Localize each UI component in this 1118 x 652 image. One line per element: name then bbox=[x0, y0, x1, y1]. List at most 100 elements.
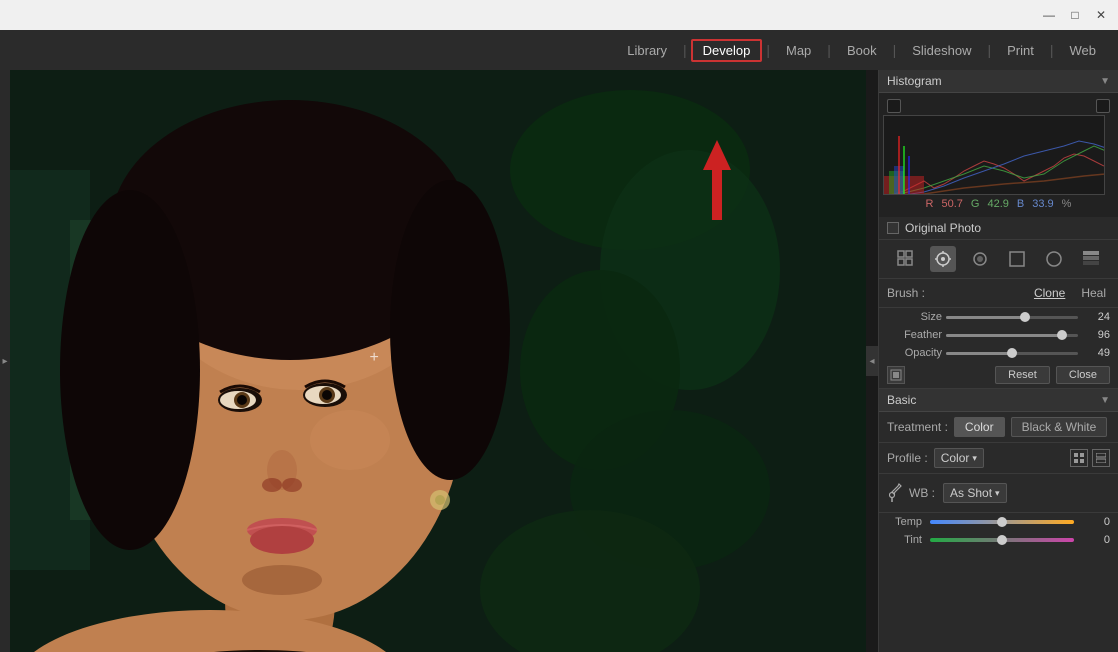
photo-area: + bbox=[10, 70, 866, 652]
nav-print[interactable]: Print bbox=[995, 39, 1046, 62]
nav-book[interactable]: Book bbox=[835, 39, 889, 62]
nav-sep-5: | bbox=[987, 42, 991, 58]
feather-value: 96 bbox=[1082, 329, 1110, 341]
feather-fill bbox=[946, 334, 1062, 337]
profile-browse-icon[interactable] bbox=[1092, 449, 1110, 467]
basic-section-header: Basic ▼ bbox=[879, 389, 1118, 412]
profile-icons-group bbox=[1070, 449, 1110, 467]
tool-graduated[interactable] bbox=[1078, 246, 1104, 272]
opacity-slider-row: Opacity 49 bbox=[879, 344, 1118, 362]
opacity-value: 49 bbox=[1082, 347, 1110, 359]
profile-grid-view-icon[interactable] bbox=[1070, 449, 1088, 467]
arrow-indicator bbox=[703, 140, 731, 220]
tint-thumb bbox=[997, 535, 1007, 545]
tint-slider-row: Tint 0 bbox=[879, 531, 1118, 549]
nav-sep-1: | bbox=[683, 42, 687, 58]
color-treatment-button[interactable]: Color bbox=[954, 417, 1005, 437]
original-photo-label: Original Photo bbox=[905, 221, 981, 235]
histogram-g-label: G bbox=[971, 198, 980, 210]
temp-slider-row: Temp 0 bbox=[879, 513, 1118, 531]
histogram-corner-left[interactable] bbox=[887, 99, 901, 113]
temp-label: Temp bbox=[887, 516, 922, 528]
close-button-panel[interactable]: Close bbox=[1056, 366, 1110, 384]
opacity-track[interactable] bbox=[946, 352, 1078, 355]
wb-dropdown-arrow-icon: ▾ bbox=[995, 488, 1000, 499]
histogram-canvas bbox=[883, 115, 1105, 195]
wb-value: As Shot bbox=[950, 486, 992, 500]
maximize-button[interactable]: □ bbox=[1066, 6, 1084, 24]
original-photo-checkbox[interactable] bbox=[887, 222, 899, 234]
brush-label: Brush : bbox=[887, 286, 925, 300]
feather-thumb bbox=[1057, 330, 1067, 340]
treatment-label: Treatment : bbox=[887, 420, 948, 434]
left-panel-arrow-icon: ▸ bbox=[2, 356, 7, 367]
histogram-title: Histogram bbox=[887, 74, 942, 88]
panel-expand-icon: ◂ bbox=[869, 356, 874, 367]
size-fill bbox=[946, 316, 1025, 319]
original-photo-row: Original Photo bbox=[879, 217, 1118, 240]
brush-heal-option[interactable]: Heal bbox=[1077, 285, 1110, 301]
bw-treatment-button[interactable]: Black & White bbox=[1011, 417, 1108, 437]
size-track[interactable] bbox=[946, 316, 1078, 319]
wb-dropdown[interactable]: As Shot ▾ bbox=[943, 483, 1007, 503]
size-slider-row: Size 24 bbox=[879, 308, 1118, 326]
tool-grid[interactable] bbox=[893, 246, 919, 272]
histogram-b-label: B bbox=[1017, 198, 1024, 210]
opacity-thumb bbox=[1007, 348, 1017, 358]
histogram-collapse-icon[interactable]: ▼ bbox=[1100, 76, 1110, 87]
tool-crop[interactable] bbox=[1004, 246, 1030, 272]
histogram-rgb-info: R 50.7 G 42.9 B 33.9 % bbox=[883, 195, 1114, 213]
arrow-stem bbox=[712, 170, 722, 220]
title-bar: — □ ✕ bbox=[0, 0, 1118, 30]
right-panel: Histogram ▼ bbox=[878, 70, 1118, 652]
profile-row: Profile : Color ▾ bbox=[879, 443, 1118, 474]
brush-clone-option[interactable]: Clone bbox=[1030, 285, 1069, 301]
arrow-up-icon bbox=[703, 140, 731, 170]
nav-web[interactable]: Web bbox=[1058, 39, 1109, 62]
tool-radial[interactable] bbox=[1041, 246, 1067, 272]
nav-sep-6: | bbox=[1050, 42, 1054, 58]
tool-redeye[interactable] bbox=[967, 246, 993, 272]
feather-slider-row: Feather 96 bbox=[879, 326, 1118, 344]
nav-library[interactable]: Library bbox=[615, 39, 679, 62]
wb-label: WB : bbox=[909, 486, 935, 500]
temp-value: 0 bbox=[1082, 516, 1110, 528]
histogram-r-label: R bbox=[926, 198, 934, 210]
histogram-svg bbox=[884, 116, 1104, 194]
action-row: Reset Close bbox=[879, 362, 1118, 389]
histogram-b-value: 33.9 bbox=[1032, 198, 1053, 210]
minimize-button[interactable]: — bbox=[1040, 6, 1058, 24]
tool-spot-healing[interactable] bbox=[930, 246, 956, 272]
brush-row: Brush : Clone Heal bbox=[879, 279, 1118, 308]
histogram-top-row bbox=[883, 97, 1114, 115]
left-panel-toggle[interactable]: ▸ bbox=[0, 70, 10, 652]
nav-sep-3: | bbox=[827, 42, 831, 58]
size-value: 24 bbox=[1082, 311, 1110, 323]
nav-sep-4: | bbox=[893, 42, 897, 58]
nav-develop[interactable]: Develop bbox=[691, 39, 763, 62]
reset-button[interactable]: Reset bbox=[995, 366, 1050, 384]
tint-value: 0 bbox=[1082, 534, 1110, 546]
nav-map[interactable]: Map bbox=[774, 39, 823, 62]
profile-dropdown[interactable]: Color ▾ bbox=[934, 448, 984, 468]
size-label: Size bbox=[887, 311, 942, 323]
basic-collapse-icon[interactable]: ▼ bbox=[1100, 395, 1110, 406]
close-button[interactable]: ✕ bbox=[1092, 6, 1110, 24]
histogram-header: Histogram ▼ bbox=[879, 70, 1118, 93]
feather-track[interactable] bbox=[946, 334, 1078, 337]
histogram-corner-right[interactable] bbox=[1096, 99, 1110, 113]
profile-value: Color bbox=[941, 451, 970, 465]
temp-track[interactable] bbox=[930, 520, 1074, 524]
mask-icon-button[interactable] bbox=[887, 366, 905, 384]
treatment-row: Treatment : Color Black & White bbox=[879, 412, 1118, 443]
eyedropper-icon[interactable] bbox=[887, 479, 905, 507]
size-thumb bbox=[1020, 312, 1030, 322]
background-foliage-svg bbox=[10, 70, 866, 652]
nav-slideshow[interactable]: Slideshow bbox=[900, 39, 983, 62]
tint-track[interactable] bbox=[930, 538, 1074, 542]
temp-thumb bbox=[997, 517, 1007, 527]
profile-dropdown-arrow-icon: ▾ bbox=[972, 453, 977, 464]
histogram-g-value: 42.9 bbox=[987, 198, 1008, 210]
right-panel-toggle[interactable]: ◂ bbox=[866, 346, 878, 376]
top-nav: Library | Develop | Map | Book | Slidesh… bbox=[0, 30, 1118, 70]
